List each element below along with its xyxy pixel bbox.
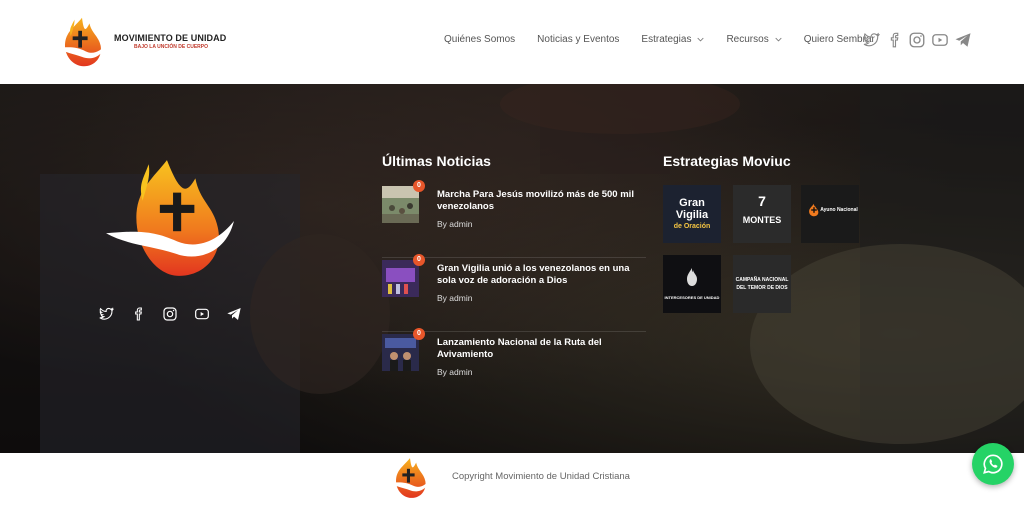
tile-text: 7 [758, 193, 766, 209]
tile-text: Gran [679, 197, 705, 209]
news-thumbnail[interactable] [382, 186, 419, 223]
news-headline[interactable]: Lanzamiento Nacional de la Ruta del Aviv… [437, 337, 642, 361]
latest-news-title: Últimas Noticias [382, 153, 491, 169]
nav-label: Recursos [726, 34, 769, 45]
hero-section: Últimas Noticias Estrategias Moviuc 0 Ma… [0, 84, 1024, 453]
news-headline[interactable]: Gran Vigilia unió a los venezolanos en u… [437, 263, 642, 287]
news-thumbnail[interactable] [382, 260, 419, 297]
nav-item-recursos[interactable]: Recursos [726, 34, 782, 45]
comment-count-badge: 0 [413, 180, 425, 192]
youtube-icon[interactable] [194, 306, 210, 322]
flame-cross-logo-icon [106, 160, 234, 276]
nav-item-noticias[interactable]: Noticias y Eventos [537, 34, 619, 45]
list-item[interactable]: 0 Marcha Para Jesús movilizó más de 500 … [382, 180, 646, 258]
nav-item-quienes-somos[interactable]: Quiénes Somos [444, 34, 515, 45]
instagram-icon[interactable] [162, 306, 178, 322]
tile-text: Ayuno Nacional [820, 207, 858, 213]
nav-label: Estrategias [641, 34, 692, 45]
header-social-icons [862, 31, 977, 49]
strategy-tile-temor-de-dios[interactable]: CAMPAÑA NACIONAL DEL TEMOR DE DIOS [733, 255, 791, 313]
comment-count-badge: 0 [413, 254, 425, 266]
twitter-icon[interactable] [862, 31, 880, 49]
whatsapp-button[interactable] [972, 443, 1014, 485]
strategy-tile-gran-vigilia[interactable]: Gran Vigilia de Oración [663, 185, 721, 243]
news-author: By admin [437, 293, 473, 303]
tile-text: INTERCESORES DE UNIDAD [664, 295, 720, 300]
flame-icon [687, 268, 697, 286]
news-list: 0 Marcha Para Jesús movilizó más de 500 … [382, 180, 646, 406]
strategy-tile-7-montes[interactable]: 7 MONTES [733, 185, 791, 243]
strategy-tile-ayuno-nacional[interactable]: Ayuno Nacional [801, 185, 859, 243]
chevron-down-icon [697, 37, 705, 42]
telegram-icon[interactable] [226, 306, 242, 322]
strategies-title: Estrategias Moviuc [663, 153, 791, 169]
site-footer: Copyright Movimiento de Unidad Cristiana [0, 453, 1024, 506]
flame-cross-logo-icon [57, 17, 107, 67]
hero-social-icons [98, 306, 258, 322]
news-headline[interactable]: Marcha Para Jesús movilizó más de 500 mi… [437, 189, 642, 213]
strategy-tile-intercesores[interactable]: INTERCESORES DE UNIDAD [663, 255, 721, 313]
comment-count-badge: 0 [413, 328, 425, 340]
tile-text: de Oración [673, 223, 711, 230]
youtube-icon[interactable] [931, 31, 949, 49]
tile-text: Vigilia [675, 209, 709, 221]
list-item[interactable]: 0 Lanzamiento Nacional de la Ruta del Av… [382, 328, 646, 406]
nav-item-estrategias[interactable]: Estrategias [641, 34, 705, 45]
chevron-down-icon [775, 37, 782, 42]
instagram-icon[interactable] [908, 31, 926, 49]
telegram-icon[interactable] [954, 31, 972, 49]
site-header: MOVIMIENTO DE UNIDAD BAJO LA UNCIÓN DE C… [0, 0, 1024, 84]
tile-text: DEL TEMOR DE DIOS [736, 285, 788, 291]
news-author: By admin [437, 367, 473, 377]
main-nav: Quiénes Somos Noticias y Eventos Estrate… [444, 34, 897, 45]
copyright-text: Copyright Movimiento de Unidad Cristiana [452, 471, 630, 482]
facebook-icon[interactable] [885, 31, 903, 49]
list-item[interactable]: 0 Gran Vigilia unió a los venezolanos en… [382, 254, 646, 332]
news-author: By admin [437, 219, 473, 229]
flame-cross-logo-icon[interactable] [387, 455, 433, 501]
facebook-icon[interactable] [130, 306, 146, 322]
whatsapp-icon [983, 454, 1003, 474]
tile-text: MONTES [742, 215, 782, 225]
news-thumbnail[interactable] [382, 334, 419, 371]
brand-name: MOVIMIENTO DE UNIDAD [114, 33, 227, 43]
nav-label: Noticias y Eventos [537, 34, 620, 45]
brand-tagline: BAJO LA UNCIÓN DE CUERPO [134, 44, 208, 50]
brand-logo[interactable]: MOVIMIENTO DE UNIDAD BAJO LA UNCIÓN DE C… [54, 14, 226, 70]
tile-text: CAMPAÑA NACIONAL [735, 277, 789, 283]
nav-label: Quiénes Somos [444, 34, 516, 45]
twitter-icon[interactable] [98, 306, 114, 322]
